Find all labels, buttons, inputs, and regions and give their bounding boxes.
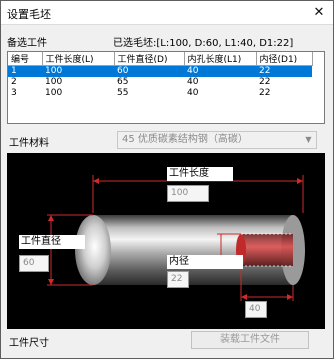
cell: 22 [259,88,271,98]
length-arrow-right [297,178,303,184]
material-select[interactable]: 45 优质碳素结构钢（高碳） ▼ [117,131,317,149]
cell: 1 [8,65,42,77]
load-blank-file-button[interactable]: 装载工件文件 [191,331,309,349]
cell: 2 [11,77,17,87]
cell: 100 [45,77,63,87]
blank-diagram: 工件长度 100 工件直径 60 内径 22 40 [7,153,325,329]
col-header-bore-diameter[interactable]: 内径(D1) [256,52,313,66]
inner-diameter-label: 内径 [167,255,243,269]
cell: 22 [259,77,271,87]
table-header-row: 编号 工件长度(L) 工件直径(D) 内孔长度(L1) 内径(D1) [8,52,313,66]
chevron-down-icon[interactable]: ▼ [301,132,316,148]
table-row[interactable]: 1 100 60 40 22 [8,65,312,77]
diameter-input[interactable]: 60 [19,255,49,272]
cell: 60 [114,65,184,77]
cell: 40 [187,77,199,87]
col-header-length[interactable]: 工件长度(L) [42,52,115,66]
inner-diameter-input[interactable]: 22 [167,271,189,288]
length-input[interactable]: 100 [167,185,209,202]
close-icon[interactable]: ✕ [311,5,327,21]
length-label: 工件长度 [167,167,233,181]
bore-len-arrow-right [287,294,293,300]
col-header-id[interactable]: 编号 [8,52,43,66]
cell: 22 [256,65,312,77]
cylinder-left-face [75,215,111,285]
window-title: 设置毛坯 [7,8,51,21]
candidates-label: 备选工件 [7,38,47,49]
cell: 3 [11,88,17,98]
material-label: 工件材料 [9,138,49,149]
cell: 55 [117,88,129,98]
bore-len-arrow-left [241,294,247,300]
selected-blank-label: 已选毛坯:[L:100, D:60, L1:40, D1:22] [113,38,294,49]
col-header-diameter[interactable]: 工件直径(D) [114,52,185,66]
cell: 40 [187,88,199,98]
blank-table[interactable]: 编号 工件长度(L) 工件直径(D) 内孔长度(L1) 内径(D1) 1 100… [7,51,325,124]
table-row[interactable]: 3 100 55 40 22 [8,88,312,99]
col-header-bore-length[interactable]: 内孔长度(L1) [184,52,257,66]
diameter-arrow-top [48,215,54,221]
cell: 65 [117,77,129,87]
diameter-arrow-bottom [48,279,54,285]
table-row[interactable]: 2 100 65 40 22 [8,77,312,88]
cell: 100 [45,88,63,98]
bore-cutaway [241,234,293,266]
set-blank-dialog: 设置毛坯 ✕ 备选工件 已选毛坯:[L:100, D:60, L1:40, D1… [0,0,334,359]
material-value: 45 优质碳素结构钢（高碳） [122,134,248,145]
cell: 100 [42,65,114,77]
inner-length-input[interactable]: 40 [245,301,267,318]
size-label: 工件尺寸 [9,338,49,349]
cell: 40 [184,65,256,77]
length-arrow-left [93,178,99,184]
title-bar: 设置毛坯 ✕ [1,1,333,25]
diameter-label: 工件直径 [19,235,85,249]
